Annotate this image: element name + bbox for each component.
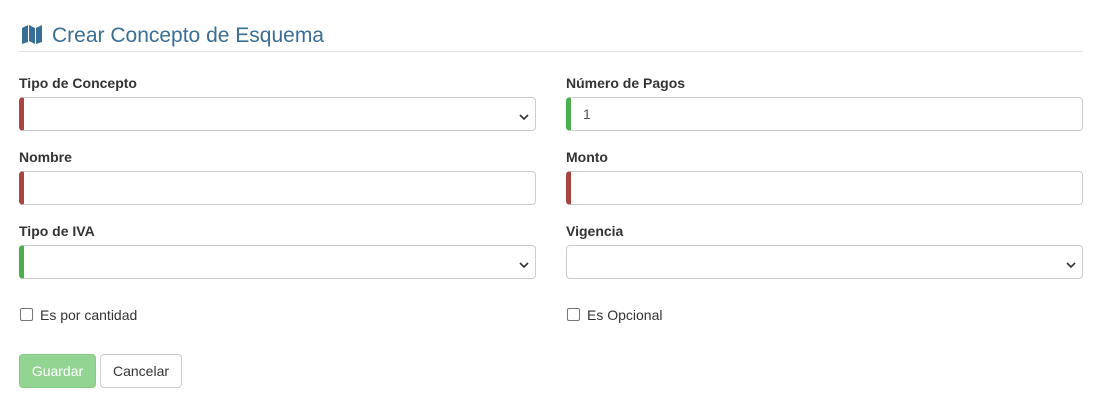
numero-pagos-label: Número de Pagos: [566, 75, 686, 91]
chevron-down-icon: [519, 109, 529, 121]
map-icon: [21, 24, 43, 45]
nombre-input[interactable]: [19, 171, 536, 205]
monto-input[interactable]: [566, 171, 1083, 205]
save-button[interactable]: Guardar: [19, 354, 96, 388]
es-por-cantidad-checkbox[interactable]: [20, 308, 33, 321]
tipo-concepto-select[interactable]: [19, 97, 536, 131]
es-por-cantidad-option[interactable]: Es por cantidad: [20, 307, 160, 323]
monto-field: Monto: [566, 148, 1083, 205]
es-opcional-option[interactable]: Es Opcional: [567, 307, 687, 323]
vigencia-select[interactable]: [566, 245, 1083, 279]
tipo-concepto-field: Tipo de Concepto: [19, 74, 536, 131]
chevron-down-icon: [519, 257, 529, 269]
nombre-field: Nombre: [19, 148, 536, 205]
es-por-cantidad-label: Es por cantidad: [40, 307, 138, 323]
page-header: Crear Concepto de Esquema: [19, 22, 1083, 52]
numero-pagos-field: Número de Pagos 1: [566, 74, 1083, 131]
cancel-button[interactable]: Cancelar: [100, 354, 182, 388]
nombre-label: Nombre: [19, 149, 72, 165]
tipo-iva-label: Tipo de IVA: [19, 223, 95, 239]
page-title: Crear Concepto de Esquema: [52, 24, 324, 47]
es-opcional-checkbox[interactable]: [567, 308, 580, 321]
chevron-down-icon: [1066, 257, 1076, 269]
es-opcional-label: Es Opcional: [587, 307, 663, 323]
tipo-iva-select[interactable]: [19, 245, 536, 279]
numero-pagos-value: 1: [583, 106, 591, 122]
vigencia-field: Vigencia: [566, 222, 1083, 279]
numero-pagos-input[interactable]: 1: [566, 97, 1083, 131]
vigencia-label: Vigencia: [566, 223, 624, 239]
tipo-iva-field: Tipo de IVA: [19, 222, 536, 279]
tipo-concepto-label: Tipo de Concepto: [19, 75, 137, 91]
monto-label: Monto: [566, 149, 608, 165]
